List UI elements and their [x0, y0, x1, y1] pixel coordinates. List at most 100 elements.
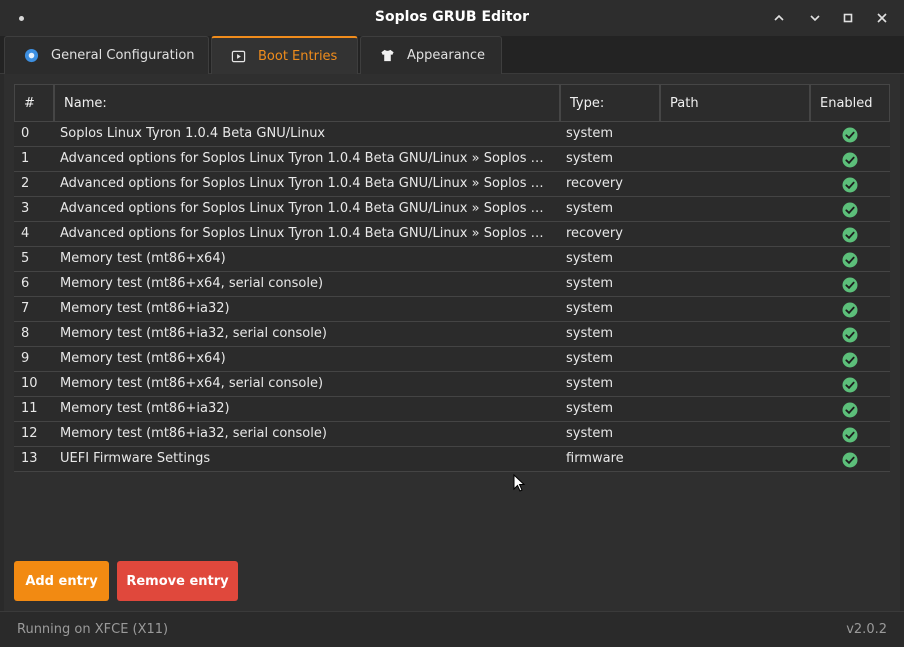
entry-enabled-toggle[interactable]	[810, 397, 890, 422]
entry-type: system	[566, 301, 613, 316]
entry-name: Memory test (mt86+x64)	[60, 251, 226, 266]
entry-type: system	[566, 401, 613, 416]
table-row[interactable]: 12 Memory test (mt86+ia32, serial console…	[14, 422, 890, 447]
boot-entries-panel: # Name: Type: Path Enabled 0 Soplos Linux…	[4, 74, 900, 611]
entry-number: 11	[21, 401, 38, 416]
entry-name: Memory test (mt86+ia32, serial console)	[60, 326, 327, 341]
entry-number: 0	[21, 126, 30, 141]
entry-number: 8	[21, 326, 30, 341]
table-row[interactable]: 0 Soplos Linux Tyron 1.0.4 Beta GNU/Linux…	[14, 122, 890, 147]
entry-name: Advanced options for Soplos Linux Tyron …	[60, 201, 550, 216]
entry-enabled-toggle[interactable]	[810, 422, 890, 447]
table-row[interactable]: 11 Memory test (mt86+ia32) system	[14, 397, 890, 422]
entry-number: 9	[21, 351, 30, 366]
close-icon[interactable]	[872, 8, 892, 28]
entry-name: Advanced options for Soplos Linux Tyron …	[60, 151, 550, 166]
entry-enabled-toggle[interactable]	[810, 447, 890, 472]
table-row[interactable]: 13 UEFI Firmware Settings firmware	[14, 447, 890, 472]
tab-boot-entries[interactable]: Boot Entries	[211, 36, 358, 74]
check-circle-icon	[842, 252, 858, 267]
tab-label: Boot Entries	[258, 48, 338, 64]
entry-enabled-toggle[interactable]	[810, 197, 890, 222]
entry-number: 1	[21, 151, 30, 166]
column-header-path[interactable]: Path	[660, 84, 810, 122]
column-header-name[interactable]: Name:	[54, 84, 560, 122]
status-bar: Running on XFCE (X11) v2.0.2	[0, 611, 904, 647]
restore-icon[interactable]	[805, 8, 825, 28]
entry-path	[662, 222, 807, 247]
entry-number: 6	[21, 276, 30, 291]
entry-enabled-toggle[interactable]	[810, 297, 890, 322]
entry-type: system	[566, 276, 613, 291]
entry-type: system	[566, 201, 613, 216]
table-row[interactable]: 10 Memory test (mt86+x64, serial console)…	[14, 372, 890, 397]
entry-number: 2	[21, 176, 30, 191]
table-row[interactable]: 1 Advanced options for Soplos Linux Tyron…	[14, 147, 890, 172]
play-square-icon	[230, 48, 246, 64]
check-circle-icon	[842, 227, 858, 242]
entry-enabled-toggle[interactable]	[810, 347, 890, 372]
tab-label: General Configuration	[51, 48, 195, 63]
check-circle-icon	[842, 352, 858, 367]
entry-type: system	[566, 426, 613, 441]
entry-name: Memory test (mt86+ia32)	[60, 401, 230, 416]
check-circle-icon	[842, 377, 858, 392]
entry-path	[662, 422, 807, 447]
entry-enabled-toggle[interactable]	[810, 122, 890, 147]
table-row[interactable]: 9 Memory test (mt86+x64) system	[14, 347, 890, 372]
entry-path	[662, 172, 807, 197]
table-row[interactable]: 5 Memory test (mt86+x64) system	[14, 247, 890, 272]
table-row[interactable]: 2 Advanced options for Soplos Linux Tyron…	[14, 172, 890, 197]
entry-path	[662, 447, 807, 472]
entry-name: Memory test (mt86+x64, serial console)	[60, 376, 324, 391]
entry-path	[662, 322, 807, 347]
entry-type: recovery	[566, 176, 623, 191]
check-circle-icon	[842, 327, 858, 342]
entry-type: recovery	[566, 226, 623, 241]
entry-type: system	[566, 326, 613, 341]
mouse-cursor-icon	[513, 474, 526, 492]
table-row[interactable]: 8 Memory test (mt86+ia32, serial console)…	[14, 322, 890, 347]
table-row[interactable]: 3 Advanced options for Soplos Linux Tyron…	[14, 197, 890, 222]
table-body: 0 Soplos Linux Tyron 1.0.4 Beta GNU/Linux…	[14, 122, 890, 472]
entry-enabled-toggle[interactable]	[810, 372, 890, 397]
tab-general-configuration[interactable]: General Configuration	[4, 36, 209, 74]
check-circle-icon	[842, 202, 858, 217]
entry-number: 7	[21, 301, 30, 316]
check-circle-icon	[842, 127, 858, 142]
entry-type: system	[566, 351, 613, 366]
check-circle-icon	[842, 152, 858, 167]
entry-number: 5	[21, 251, 30, 266]
entry-path	[662, 397, 807, 422]
remove-entry-button[interactable]: Remove entry	[117, 561, 238, 601]
entry-enabled-toggle[interactable]	[810, 147, 890, 172]
tab-appearance[interactable]: Appearance	[360, 36, 502, 74]
entry-type: system	[566, 151, 613, 166]
add-entry-button[interactable]: Add entry	[14, 561, 109, 601]
entry-type: system	[566, 376, 613, 391]
entry-name: Memory test (mt86+x64, serial console)	[60, 276, 324, 291]
entry-name: Advanced options for Soplos Linux Tyron …	[60, 226, 550, 241]
title-bar: Soplos GRUB Editor	[0, 0, 904, 36]
table-header: # Name: Type: Path Enabled	[14, 84, 890, 122]
entry-enabled-toggle[interactable]	[810, 247, 890, 272]
table-row[interactable]: 7 Memory test (mt86+ia32) system	[14, 297, 890, 322]
shirt-icon	[379, 48, 395, 64]
maximize-icon[interactable]	[838, 8, 858, 28]
check-circle-icon	[842, 452, 858, 467]
entry-name: Memory test (mt86+ia32)	[60, 301, 230, 316]
column-header-enabled[interactable]: Enabled	[810, 84, 890, 122]
table-row[interactable]: 4 Advanced options for Soplos Linux Tyron…	[14, 222, 890, 247]
column-header-number[interactable]: #	[14, 84, 54, 122]
minimize-icon[interactable]	[769, 8, 789, 28]
entry-name: Memory test (mt86+x64)	[60, 351, 226, 366]
entry-enabled-toggle[interactable]	[810, 272, 890, 297]
entry-name: Advanced options for Soplos Linux Tyron …	[60, 176, 550, 191]
table-row[interactable]: 6 Memory test (mt86+x64, serial console) s…	[14, 272, 890, 297]
entry-type: system	[566, 126, 613, 141]
check-circle-icon	[842, 402, 858, 417]
entry-enabled-toggle[interactable]	[810, 222, 890, 247]
entry-enabled-toggle[interactable]	[810, 322, 890, 347]
column-header-type[interactable]: Type:	[560, 84, 660, 122]
entry-enabled-toggle[interactable]	[810, 172, 890, 197]
